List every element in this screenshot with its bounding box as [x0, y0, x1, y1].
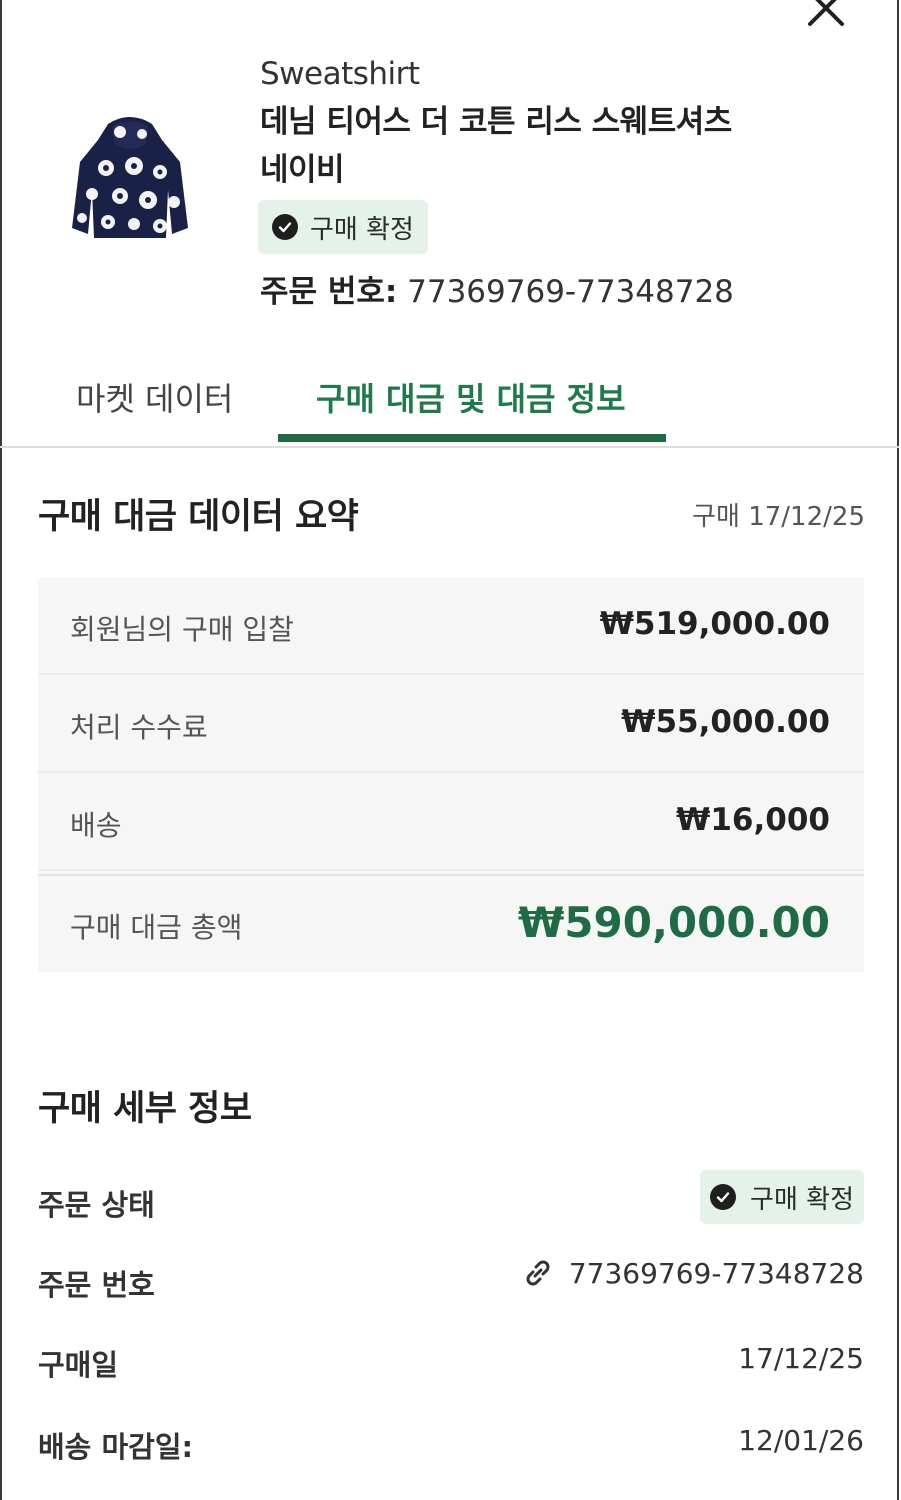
- tab-bar: 마켓 데이터 구매 대금 및 대금 정보: [0, 360, 899, 448]
- detail-status-label: 구매 확정: [750, 1184, 854, 1215]
- link-icon: [526, 1260, 550, 1286]
- active-tab-indicator: [278, 434, 666, 442]
- summary-row-shipping: 배송 ₩16,000: [38, 774, 864, 871]
- summary-row-value: ₩55,000.00: [621, 704, 830, 740]
- summary-row-label: 처리 수수료: [70, 711, 208, 744]
- detail-value: 17/12/25: [738, 1342, 864, 1375]
- detail-status-badge: 구매 확정: [700, 1170, 864, 1224]
- tab-market-data[interactable]: 마켓 데이터: [76, 374, 233, 420]
- check-circle-icon: [710, 1184, 737, 1210]
- detail-value: 12/01/26: [738, 1424, 864, 1457]
- summary-row-bid: 회원님의 구매 입찰 ₩519,000.00: [38, 578, 864, 675]
- product-category: Sweatshirt: [260, 56, 420, 92]
- detail-row-status: 주문 상태 구매 확정: [38, 1170, 864, 1234]
- detail-label: 구매일: [38, 1348, 119, 1382]
- summary-row-value: ₩16,000: [676, 802, 830, 838]
- summary-row-fee: 처리 수수료 ₩55,000.00: [38, 676, 864, 773]
- summary-row-label: 회원님의 구매 입찰: [70, 613, 294, 646]
- detail-row-shipping-deadline: 배송 마감일: 12/01/26: [38, 1416, 864, 1476]
- details-title: 구매 세부 정보: [38, 1089, 252, 1129]
- tab-purchase-info[interactable]: 구매 대금 및 대금 정보: [316, 374, 626, 420]
- detail-order-number-value: 77369769-77348728: [568, 1256, 864, 1290]
- order-number-link[interactable]: 77369769-77348728: [521, 1256, 864, 1290]
- detail-label: 주문 번호: [38, 1268, 155, 1302]
- total-value: ₩590,000.00: [517, 898, 830, 947]
- detail-label: 주문 상태: [38, 1188, 155, 1222]
- close-icon: [808, 0, 844, 26]
- summary-date: 구매 17/12/25: [692, 502, 865, 532]
- summary-row-label: 배송: [70, 809, 122, 842]
- summary-table: 회원님의 구매 입찰 ₩519,000.00 처리 수수료 ₩55,000.00…: [38, 578, 864, 972]
- detail-row-purchase-date: 구매일 17/12/25: [38, 1334, 864, 1394]
- summary-row-total: 구매 대금 총액 ₩590,000.00: [38, 874, 864, 971]
- detail-row-order-number: 주문 번호 77369769-77348728: [38, 1254, 864, 1314]
- product-name: 데님 티어스 더 코튼 리스 스웨트셔츠 네이비: [260, 98, 820, 194]
- order-number-label: 주문 번호:: [260, 274, 398, 310]
- order-number-line: 주문 번호: 77369769-77348728: [260, 266, 734, 311]
- check-circle-icon: [272, 214, 298, 240]
- product-name-line2: 네이비: [260, 152, 345, 188]
- summary-title: 구매 대금 데이터 요약: [38, 497, 359, 537]
- status-badge: 구매 확정: [258, 200, 428, 254]
- detail-label: 배송 마감일:: [38, 1430, 194, 1464]
- order-number-value: 77369769-77348728: [397, 274, 734, 310]
- summary-row-value: ₩519,000.00: [599, 606, 830, 642]
- close-button[interactable]: [804, 0, 848, 30]
- status-badge-label: 구매 확정: [310, 214, 414, 245]
- product-image: [68, 110, 192, 248]
- total-label: 구매 대금 총액: [70, 911, 243, 944]
- product-name-line1: 데님 티어스 더 코튼 리스 스웨트셔츠: [260, 104, 732, 140]
